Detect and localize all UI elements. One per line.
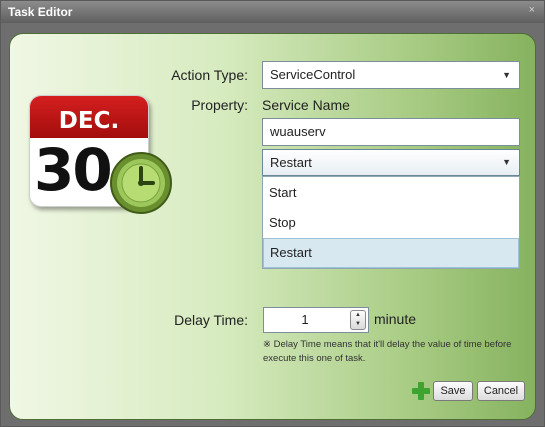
property-label: Property: [191, 97, 248, 113]
task-editor-window: Task Editor × DEC. 30 Action Type: Servi… [0, 0, 545, 427]
delay-time-value[interactable]: 1 [264, 312, 346, 327]
service-name-input[interactable]: wuauserv [262, 118, 520, 146]
dropdown-arrow-icon: ▼ [502, 70, 511, 80]
operation-options-list: Start Stop Restart [262, 176, 520, 269]
operation-select[interactable]: Restart ▼ [262, 149, 520, 176]
dropdown-arrow-icon: ▼ [502, 157, 511, 167]
cancel-button[interactable]: Cancel [477, 381, 525, 401]
delay-time-label: Delay Time: [174, 312, 248, 328]
action-type-select[interactable]: ServiceControl ▼ [262, 61, 520, 89]
calendar-month: DEC. [58, 108, 120, 134]
spinner-down-icon[interactable]: ▼ [351, 320, 365, 329]
option-restart[interactable]: Restart [263, 238, 519, 268]
spinner-up-icon[interactable]: ▲ [351, 311, 365, 320]
action-type-label: Action Type: [171, 67, 248, 83]
service-name-value: wuauserv [270, 124, 326, 139]
clock-icon [110, 152, 172, 214]
option-start[interactable]: Start [263, 178, 519, 208]
window-title: Task Editor [8, 5, 73, 19]
close-icon[interactable]: × [529, 4, 535, 16]
operation-value: Restart [270, 155, 312, 170]
title-bar[interactable]: Task Editor × [1, 1, 544, 23]
add-icon[interactable] [412, 382, 430, 400]
delay-unit: minute [374, 311, 417, 327]
delay-note: ※ Delay Time means that it'll delay the … [263, 339, 512, 364]
delay-time-stepper[interactable]: 1 ▲ ▼ [263, 307, 369, 333]
save-button[interactable]: Save [433, 381, 473, 401]
option-stop[interactable]: Stop [263, 208, 519, 238]
calendar-day: 30 [34, 136, 113, 204]
property-value: Service Name [262, 97, 350, 113]
action-type-value: ServiceControl [270, 67, 356, 82]
